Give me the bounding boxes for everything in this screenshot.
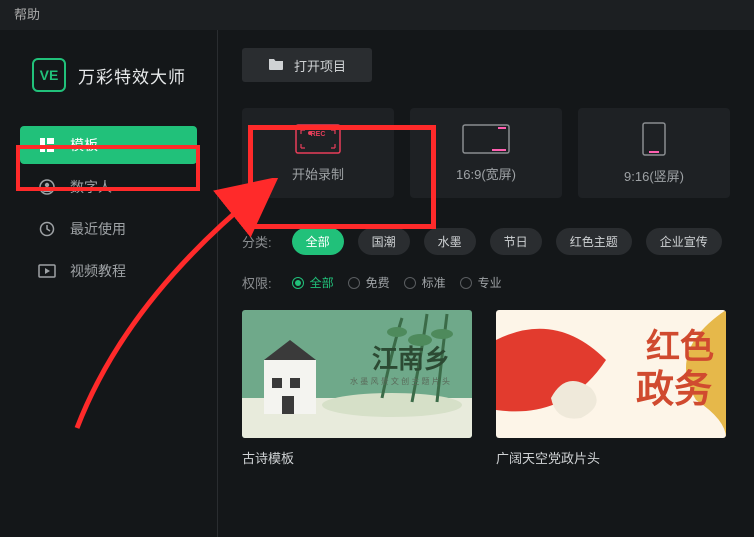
template-thumb: 红色 政务 bbox=[496, 310, 726, 438]
template-icon bbox=[38, 136, 56, 154]
svg-text:水 墨 风 景 文 创 主 题 片 头: 水 墨 风 景 文 创 主 题 片 头 bbox=[350, 376, 450, 386]
open-project-label: 打开项目 bbox=[294, 56, 346, 75]
card-portrait[interactable]: 9:16(竖屏) bbox=[578, 108, 730, 198]
sidebar-item-label: 数字人 bbox=[70, 177, 112, 197]
brand-title: 万彩特效大师 bbox=[78, 63, 186, 88]
open-project-button[interactable]: 打开项目 bbox=[242, 48, 372, 82]
sidebar-item-label: 模板 bbox=[70, 135, 98, 155]
main: VE 万彩特效大师 模板 数字人 最近使用 视频教程 bbox=[0, 30, 754, 537]
card-label: 开始录制 bbox=[292, 164, 344, 183]
category-pill[interactable]: 国潮 bbox=[358, 228, 410, 255]
sidebar-item-label: 最近使用 bbox=[70, 219, 126, 239]
template-title: 古诗模板 bbox=[242, 448, 472, 467]
template-item[interactable]: 江南乡 水 墨 风 景 文 创 主 题 片 头 古诗模板 bbox=[242, 310, 472, 467]
template-thumb: 江南乡 水 墨 风 景 文 创 主 题 片 头 bbox=[242, 310, 472, 438]
wide-icon bbox=[462, 124, 510, 154]
sidebar: VE 万彩特效大师 模板 数字人 最近使用 视频教程 bbox=[0, 30, 218, 537]
menu-help[interactable]: 帮助 bbox=[0, 0, 754, 30]
radio-dot-icon bbox=[460, 277, 472, 289]
sidebar-item-recent[interactable]: 最近使用 bbox=[20, 210, 197, 248]
permission-radio[interactable]: 免费 bbox=[348, 274, 390, 291]
svg-text:红色: 红色 bbox=[646, 328, 714, 366]
sidebar-item-label: 视频教程 bbox=[70, 261, 126, 281]
permission-radio[interactable]: 专业 bbox=[460, 274, 502, 291]
category-pill[interactable]: 红色主题 bbox=[556, 228, 632, 255]
card-record[interactable]: REC 开始录制 bbox=[242, 108, 394, 198]
card-label: 9:16(竖屏) bbox=[624, 166, 684, 185]
brand: VE 万彩特效大师 bbox=[0, 58, 217, 122]
sidebar-item-tutorials[interactable]: 视频教程 bbox=[20, 252, 197, 290]
permission-radio-all[interactable]: 全部 bbox=[292, 274, 334, 291]
content: 打开项目 REC 开始录制 bbox=[218, 30, 754, 537]
record-icon: REC bbox=[295, 124, 341, 154]
filter-permission-label: 权限: bbox=[242, 273, 272, 292]
filter-permission-row: 权限: 全部 免费 标准 专业 bbox=[242, 273, 730, 292]
filter-category-label: 分类: bbox=[242, 232, 272, 251]
radio-dot-icon bbox=[292, 277, 304, 289]
card-wide[interactable]: 16:9(宽屏) bbox=[410, 108, 562, 198]
radio-dot-icon bbox=[348, 277, 360, 289]
card-label: 16:9(宽屏) bbox=[456, 164, 516, 183]
clock-icon bbox=[38, 220, 56, 238]
category-pill-all[interactable]: 全部 bbox=[292, 228, 344, 255]
radio-dot-icon bbox=[404, 277, 416, 289]
person-icon bbox=[38, 178, 56, 196]
aspect-cards: REC 开始录制 16:9(宽屏) bbox=[242, 108, 730, 198]
category-pill[interactable]: 企业宣传 bbox=[646, 228, 722, 255]
sidebar-item-avatar[interactable]: 数字人 bbox=[20, 168, 197, 206]
permission-radio[interactable]: 标准 bbox=[404, 274, 446, 291]
filters: 分类: 全部 国潮 水墨 节日 红色主题 企业宣传 权限: 全部 免费 标准 专… bbox=[242, 228, 730, 292]
template-item[interactable]: 红色 政务 广阔天空党政片头 bbox=[496, 310, 726, 467]
category-pill[interactable]: 水墨 bbox=[424, 228, 476, 255]
svg-text:江南乡: 江南乡 bbox=[372, 345, 450, 374]
video-icon bbox=[38, 262, 56, 280]
template-title: 广阔天空党政片头 bbox=[496, 448, 726, 467]
template-grid: 江南乡 水 墨 风 景 文 创 主 题 片 头 古诗模板 红色 政务 bbox=[242, 310, 730, 467]
category-pill[interactable]: 节日 bbox=[490, 228, 542, 255]
sidebar-item-templates[interactable]: 模板 bbox=[20, 126, 197, 164]
filter-category-row: 分类: 全部 国潮 水墨 节日 红色主题 企业宣传 bbox=[242, 228, 730, 255]
svg-text:政务: 政务 bbox=[636, 369, 712, 411]
folder-icon bbox=[268, 57, 284, 73]
svg-text:REC: REC bbox=[311, 131, 326, 138]
brand-logo: VE bbox=[32, 58, 66, 92]
portrait-icon bbox=[642, 122, 666, 156]
